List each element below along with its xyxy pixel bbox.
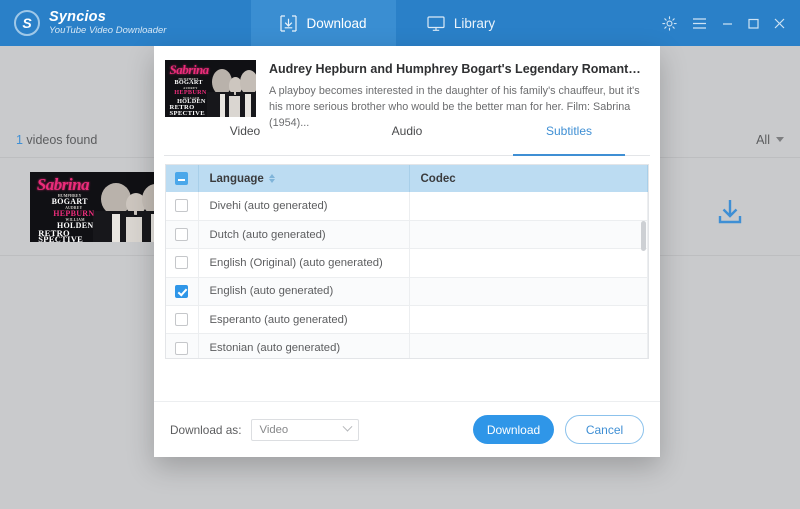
cancel-button[interactable]: Cancel xyxy=(565,415,644,444)
select-all-checkbox[interactable] xyxy=(175,172,188,185)
row-checkbox[interactable] xyxy=(175,313,188,326)
download-as-label: Download as: xyxy=(170,423,241,437)
row-language: Dutch (auto generated) xyxy=(198,220,409,248)
dialog-header: Sabrina HUMPHREY BOGART AUDREY HEPBURN W… xyxy=(154,46,660,124)
table-scrollbar-thumb[interactable] xyxy=(641,221,646,251)
row-checkbox-cell xyxy=(166,220,198,248)
tab-audio-label: Audio xyxy=(392,124,423,147)
chevron-down-icon xyxy=(343,422,353,432)
row-checkbox[interactable] xyxy=(175,199,188,212)
row-codec xyxy=(409,192,648,220)
row-codec xyxy=(409,249,648,277)
dialog-video-title: Audrey Hepburn and Humphrey Bogart's Leg… xyxy=(269,62,644,76)
row-language: Divehi (auto generated) xyxy=(198,192,409,220)
row-language: Estonian (auto generated) xyxy=(198,334,409,359)
row-checkbox[interactable] xyxy=(175,342,188,355)
select-all-header-cell xyxy=(166,165,198,192)
download-options-dialog: Sabrina HUMPHREY BOGART AUDREY HEPBURN W… xyxy=(154,46,660,457)
table-row[interactable]: English (Original) (auto generated) xyxy=(166,249,648,277)
row-checkbox-cell xyxy=(166,192,198,220)
dialog-action-buttons: Download Cancel xyxy=(473,415,644,444)
row-language: English (auto generated) xyxy=(198,277,409,305)
column-header-codec[interactable]: Codec xyxy=(409,165,648,192)
dialog-tabs: Video Audio Subtitles xyxy=(164,124,650,156)
row-checkbox[interactable] xyxy=(175,256,188,269)
row-language: Esperanto (auto generated) xyxy=(198,306,409,334)
download-button[interactable]: Download xyxy=(473,415,554,444)
sort-arrows-icon[interactable] xyxy=(269,174,275,183)
column-header-language-label: Language xyxy=(210,173,264,185)
row-checkbox-cell xyxy=(166,334,198,359)
row-checkbox-cell xyxy=(166,306,198,334)
table-row[interactable]: Estonian (auto generated) xyxy=(166,334,648,359)
dialog-footer: Download as: Video Download Cancel xyxy=(154,401,660,457)
table-row[interactable]: Esperanto (auto generated) xyxy=(166,306,648,334)
tab-video[interactable]: Video xyxy=(164,124,326,155)
table-header-row: Language Codec xyxy=(166,165,648,192)
table-row[interactable]: English (auto generated) xyxy=(166,277,648,305)
download-button-label: Download xyxy=(487,423,540,437)
subtitles-table-body: Divehi (auto generated) Dutch (auto gene… xyxy=(166,192,648,359)
tab-video-label: Video xyxy=(230,124,260,147)
row-codec xyxy=(409,220,648,248)
format-select[interactable]: Video xyxy=(251,419,359,441)
app-window: S Syncios YouTube Video Downloader Downl… xyxy=(0,0,800,509)
format-select-value: Video xyxy=(259,424,288,436)
row-codec xyxy=(409,277,648,305)
cancel-button-label: Cancel xyxy=(586,423,623,437)
table-row[interactable]: Divehi (auto generated) xyxy=(166,192,648,220)
row-codec xyxy=(409,306,648,334)
table-scrollbar-track[interactable] xyxy=(640,193,647,357)
row-checkbox-cell xyxy=(166,249,198,277)
row-codec xyxy=(409,334,648,359)
column-header-language[interactable]: Language xyxy=(198,165,409,192)
dialog-thumbnail: Sabrina HUMPHREY BOGART AUDREY HEPBURN W… xyxy=(165,60,256,117)
row-checkbox-cell xyxy=(166,277,198,305)
tab-audio[interactable]: Audio xyxy=(326,124,488,155)
subtitles-table-container: Language Codec Divehi (aut xyxy=(165,164,649,359)
row-checkbox[interactable] xyxy=(175,228,188,241)
column-header-codec-label: Codec xyxy=(421,173,456,185)
row-language: English (Original) (auto generated) xyxy=(198,249,409,277)
table-row[interactable]: Dutch (auto generated) xyxy=(166,220,648,248)
sabrina-poster-art: Sabrina HUMPHREY BOGART AUDREY HEPBURN W… xyxy=(165,60,256,117)
row-checkbox[interactable] xyxy=(175,285,188,298)
modal-overlay: Sabrina HUMPHREY BOGART AUDREY HEPBURN W… xyxy=(0,0,800,509)
subtitles-table: Language Codec Divehi (aut xyxy=(166,165,648,359)
tab-subtitles-label: Subtitles xyxy=(546,124,592,147)
tab-subtitles[interactable]: Subtitles xyxy=(488,124,650,155)
